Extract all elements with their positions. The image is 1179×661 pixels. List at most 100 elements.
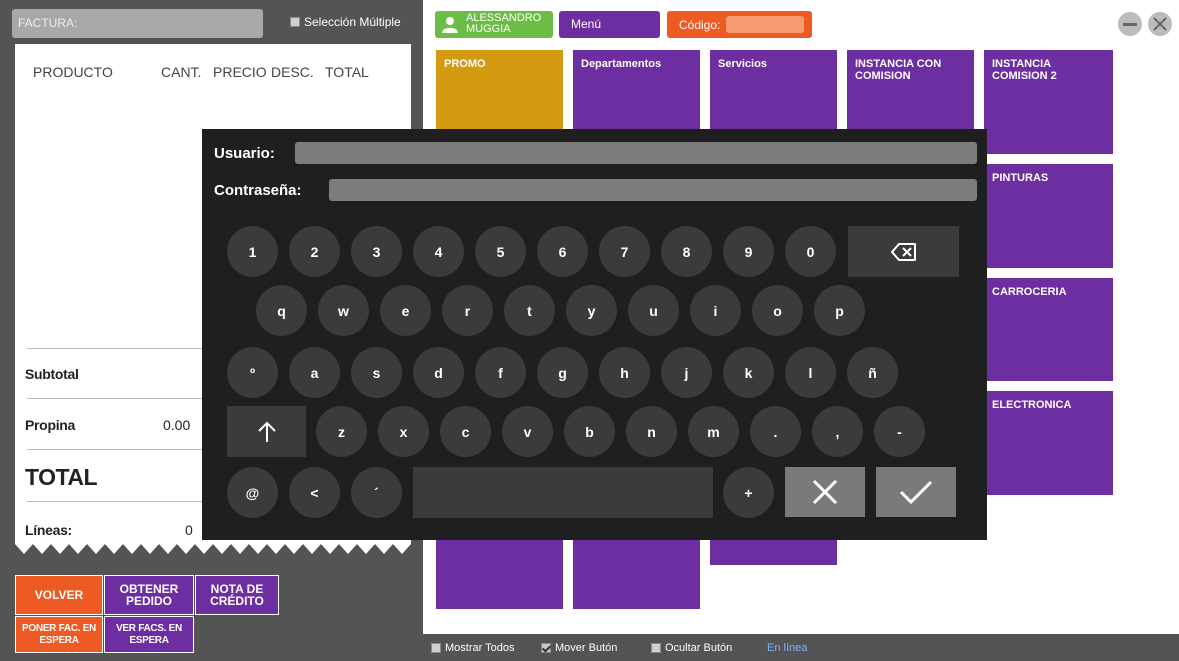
total-label: TOTAL: [25, 464, 98, 490]
mover-boton-toggle[interactable]: Mover Butón: [541, 642, 617, 654]
shift-button[interactable]: [227, 406, 306, 457]
key-n[interactable]: n: [626, 406, 677, 457]
key-l[interactable]: l: [785, 347, 836, 398]
codigo-input[interactable]: [726, 16, 804, 33]
space-key[interactable]: [413, 467, 713, 518]
lineas-value: 0: [185, 522, 193, 538]
obtener-pedido-button[interactable]: OBTENER PEDIDO: [104, 575, 194, 615]
key-u[interactable]: u: [628, 285, 679, 336]
key-ordinal[interactable]: º: [227, 347, 278, 398]
codigo-field[interactable]: Código:: [667, 11, 812, 38]
menu-button[interactable]: Menú: [559, 11, 660, 38]
backspace-button[interactable]: [848, 226, 959, 277]
col-producto: PRODUCTO: [33, 64, 113, 80]
mostrar-todos-toggle[interactable]: Mostrar Todos: [431, 642, 515, 654]
key-r[interactable]: r: [442, 285, 493, 336]
key-f[interactable]: f: [475, 347, 526, 398]
key-s[interactable]: s: [351, 347, 402, 398]
tile-label: ELECTRONICA: [992, 399, 1072, 411]
usuario-label: Usuario:: [214, 145, 275, 162]
key-c[interactable]: c: [440, 406, 491, 457]
key-2[interactable]: 2: [289, 226, 340, 277]
key-5[interactable]: 5: [475, 226, 526, 277]
key-i[interactable]: i: [690, 285, 741, 336]
key-period[interactable]: .: [750, 406, 801, 457]
key-less-than[interactable]: <: [289, 467, 340, 518]
key-d[interactable]: d: [413, 347, 464, 398]
tile-label: INSTANCIA CON COMISION: [855, 58, 942, 82]
key-dash[interactable]: -: [874, 406, 925, 457]
checkbox-icon[interactable]: [431, 643, 441, 653]
key-k[interactable]: k: [723, 347, 774, 398]
key-g[interactable]: g: [537, 347, 588, 398]
checkbox-checked-icon[interactable]: [541, 643, 551, 653]
key-0[interactable]: 0: [785, 226, 836, 277]
key-v[interactable]: v: [502, 406, 553, 457]
key-acute[interactable]: ´: [351, 467, 402, 518]
key-h[interactable]: h: [599, 347, 650, 398]
key-z[interactable]: z: [316, 406, 367, 457]
key-3[interactable]: 3: [351, 226, 402, 277]
subtotal-label: Subtotal: [25, 366, 79, 382]
receipt-torn-edge: [15, 540, 411, 554]
key-plus[interactable]: +: [723, 467, 774, 518]
user-name: ALESSANDRO MUGGIA: [466, 12, 542, 35]
propina-label: Propina: [25, 417, 76, 433]
nota-credito-button[interactable]: NOTA DE CRÉDITO: [195, 575, 279, 615]
tile-electronica[interactable]: ELECTRONICA: [984, 391, 1113, 495]
arrow-up-icon: [257, 421, 276, 442]
factura-label: FACTURA:: [18, 16, 78, 30]
key-7[interactable]: 7: [599, 226, 650, 277]
bottom-bar: Mostrar Todos Mover Butón Ocultar Butón …: [423, 634, 1179, 661]
key-o[interactable]: o: [752, 285, 803, 336]
col-total: TOTAL: [325, 64, 369, 80]
confirm-button[interactable]: [876, 467, 956, 517]
factura-field[interactable]: FACTURA:: [12, 9, 263, 38]
codigo-label: Código:: [679, 18, 721, 32]
key-j[interactable]: j: [661, 347, 712, 398]
checkbox-icon[interactable]: [290, 17, 300, 27]
tile-instancia-comision-2[interactable]: INSTANCIA COMISION 2: [984, 50, 1113, 154]
key-9[interactable]: 9: [723, 226, 774, 277]
tile-carroceria[interactable]: CARROCERIA: [984, 278, 1113, 381]
key-w[interactable]: w: [318, 285, 369, 336]
key-x[interactable]: x: [378, 406, 429, 457]
user-icon: [442, 17, 458, 33]
ver-espera-button[interactable]: VER FACS. EN ESPERA: [104, 616, 194, 653]
tile-label: CARROCERIA: [992, 286, 1067, 298]
volver-button[interactable]: VOLVER: [15, 575, 103, 615]
key-b[interactable]: b: [564, 406, 615, 457]
key-6[interactable]: 6: [537, 226, 588, 277]
key-m[interactable]: m: [688, 406, 739, 457]
key-enie[interactable]: ñ: [847, 347, 898, 398]
tile-label: INSTANCIA COMISION 2: [992, 58, 1057, 82]
usuario-input[interactable]: [295, 142, 977, 164]
key-comma[interactable]: ,: [812, 406, 863, 457]
key-t[interactable]: t: [504, 285, 555, 336]
multi-select-label: Selección Múltiple: [304, 15, 401, 29]
user-button[interactable]: ALESSANDRO MUGGIA: [435, 11, 553, 38]
multi-select-toggle[interactable]: Selección Múltiple: [290, 15, 401, 29]
key-p[interactable]: p: [814, 285, 865, 336]
cancel-button[interactable]: [785, 467, 865, 517]
window-close-button[interactable]: [1148, 12, 1172, 36]
key-at[interactable]: @: [227, 467, 278, 518]
poner-espera-button[interactable]: PONER FAC. EN ESPERA: [15, 616, 103, 653]
key-1[interactable]: 1: [227, 226, 278, 277]
tile-label: PINTURAS: [992, 172, 1049, 184]
tile-label: Departamentos: [581, 58, 662, 70]
key-e[interactable]: e: [380, 285, 431, 336]
checkbox-icon[interactable]: [651, 643, 661, 653]
col-precio: PRECIO: [213, 64, 267, 80]
tile-pinturas[interactable]: PINTURAS: [984, 164, 1113, 268]
minimize-icon[interactable]: [1118, 12, 1142, 36]
key-q[interactable]: q: [256, 285, 307, 336]
password-input[interactable]: [329, 179, 977, 201]
col-cant: CANT.: [161, 64, 202, 80]
key-y[interactable]: y: [566, 285, 617, 336]
key-a[interactable]: a: [289, 347, 340, 398]
menu-label: Menú: [571, 17, 602, 31]
key-4[interactable]: 4: [413, 226, 464, 277]
key-8[interactable]: 8: [661, 226, 712, 277]
ocultar-boton-toggle[interactable]: Ocultar Butón: [651, 642, 732, 654]
